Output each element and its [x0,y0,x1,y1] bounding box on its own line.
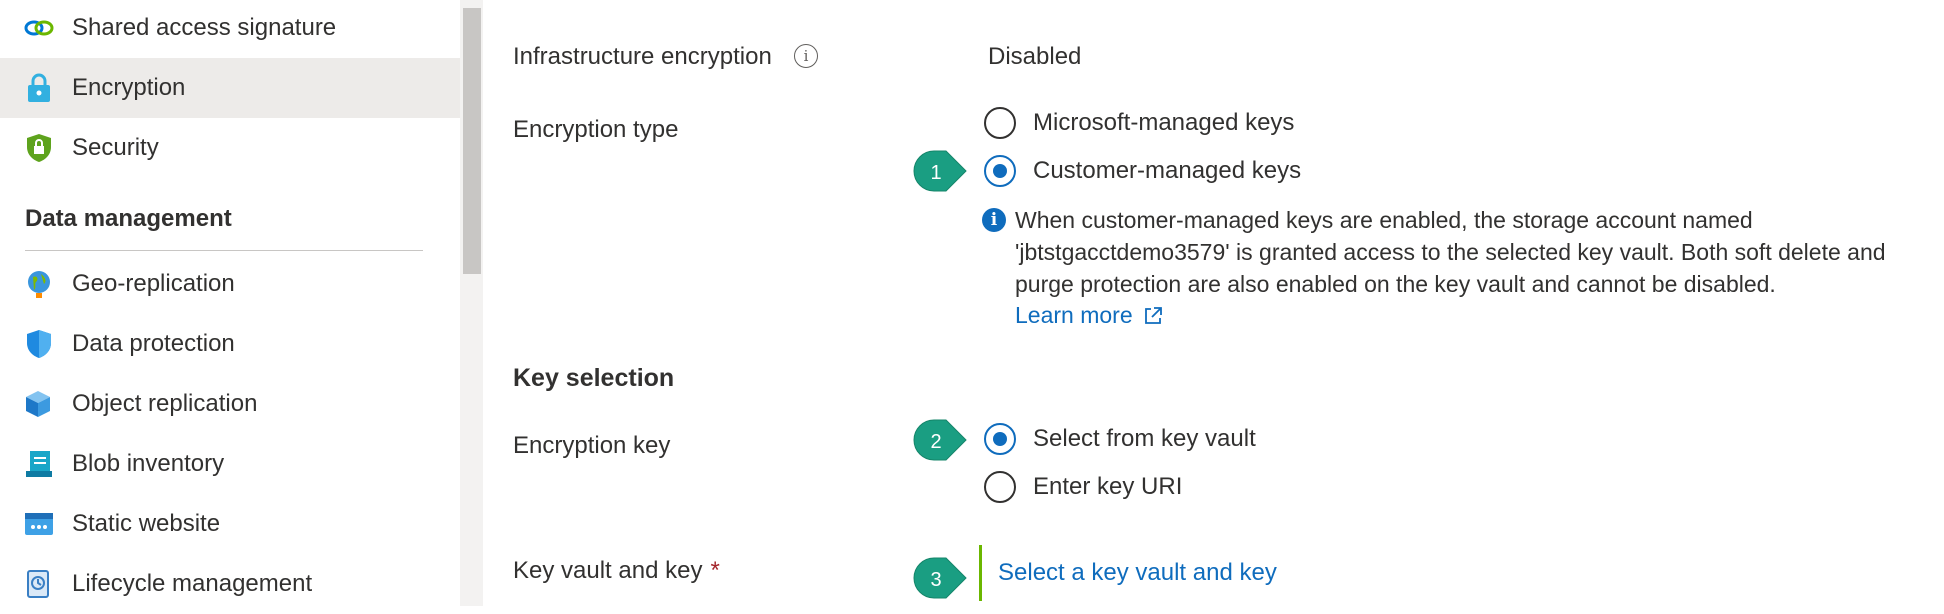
sidebar-item-data-protection[interactable]: Data protection [0,314,460,374]
sidebar-scrollbar[interactable] [460,0,483,606]
external-link-icon [1143,306,1163,326]
sidebar-item-label: Lifecycle management [72,570,313,597]
sidebar-item-geo-replication[interactable]: Geo-replication [0,254,460,314]
callout-badge-1: 1 [913,150,967,192]
radio-label: Enter key URI [1033,473,1183,500]
sidebar-item-lifecycle-management[interactable]: Lifecycle management [0,554,460,614]
sidebar-item-blob-inventory[interactable]: Blob inventory [0,434,460,494]
callout-number: 3 [930,569,941,591]
radio-label: Microsoft-managed keys [1033,109,1295,136]
radio-button[interactable] [984,471,1016,503]
radio-button[interactable] [984,107,1016,139]
link-chain-icon [24,13,54,43]
radio-customer-managed-keys[interactable]: Customer-managed keys [984,155,1301,187]
sidebar-item-encryption[interactable]: Encryption [0,58,460,118]
customer-managed-keys-info-message: When customer-managed keys are enabled, … [1015,207,1886,297]
learn-more-link[interactable]: Learn more [1015,302,1163,329]
sidebar-item-label: Static website [72,510,221,537]
sidebar-item-shared-access-signature[interactable]: Shared access signature [0,0,460,58]
sidebar-item-label: Encryption [72,74,186,101]
info-filled-icon: i [982,208,1006,232]
infrastructure-encryption-value: Disabled [988,43,1082,70]
lock-icon [24,73,54,103]
radio-button-selected[interactable] [984,423,1016,455]
lifecycle-icon [24,569,54,599]
website-icon [24,509,54,539]
inventory-icon [24,449,54,479]
required-asterisk: * [710,557,720,584]
sidebar-item-label: Blob inventory [72,450,225,477]
select-key-vault-link[interactable]: Select a key vault and key [998,559,1277,587]
sidebar-item-static-website[interactable]: Static website [0,494,460,554]
sidebar-item-label: Geo-replication [72,270,235,297]
learn-more-text[interactable]: Learn more [1015,302,1133,329]
sidebar-item-object-replication[interactable]: Object replication [0,374,460,434]
sidebar-item-label: Security [72,134,159,161]
encryption-type-label: Encryption type [513,116,679,143]
shield-icon [24,329,54,359]
radio-enter-key-uri[interactable]: Enter key URI [984,471,1182,503]
sidebar-item-security[interactable]: Security [0,118,460,178]
radio-label: Select from key vault [1033,425,1256,452]
shield-lock-icon [24,133,54,163]
globe-icon [24,269,54,299]
key-vault-and-key-label: Key vault and key * [513,557,720,585]
radio-label: Customer-managed keys [1033,157,1302,184]
key-vault-label-text: Key vault and key [513,557,703,584]
radio-microsoft-managed-keys[interactable]: Microsoft-managed keys [984,107,1294,139]
section-divider [25,250,423,251]
section-header-data-management: Data management [25,205,232,232]
scrollbar-thumb[interactable] [463,8,481,274]
infrastructure-encryption-label: Infrastructure encryption [513,43,772,70]
radio-button-selected[interactable] [984,155,1016,187]
info-icon[interactable]: i [794,44,818,68]
sidebar-item-label: Shared access signature [72,14,337,41]
callout-badge-3: 3 [913,557,967,599]
sidebar-item-label: Data protection [72,330,235,357]
callout-number: 1 [930,162,941,184]
callout-number: 2 [930,431,941,453]
radio-select-from-key-vault[interactable]: Select from key vault [984,423,1256,455]
callout-badge-2: 2 [913,419,967,461]
key-selection-heading: Key selection [513,364,675,392]
key-vault-field-border [979,545,982,601]
cubes-icon [24,389,54,419]
sidebar-item-label: Object replication [72,390,258,417]
encryption-key-label: Encryption key [513,432,671,459]
sidebar: Shared access signature Encryption Secur… [0,0,460,606]
